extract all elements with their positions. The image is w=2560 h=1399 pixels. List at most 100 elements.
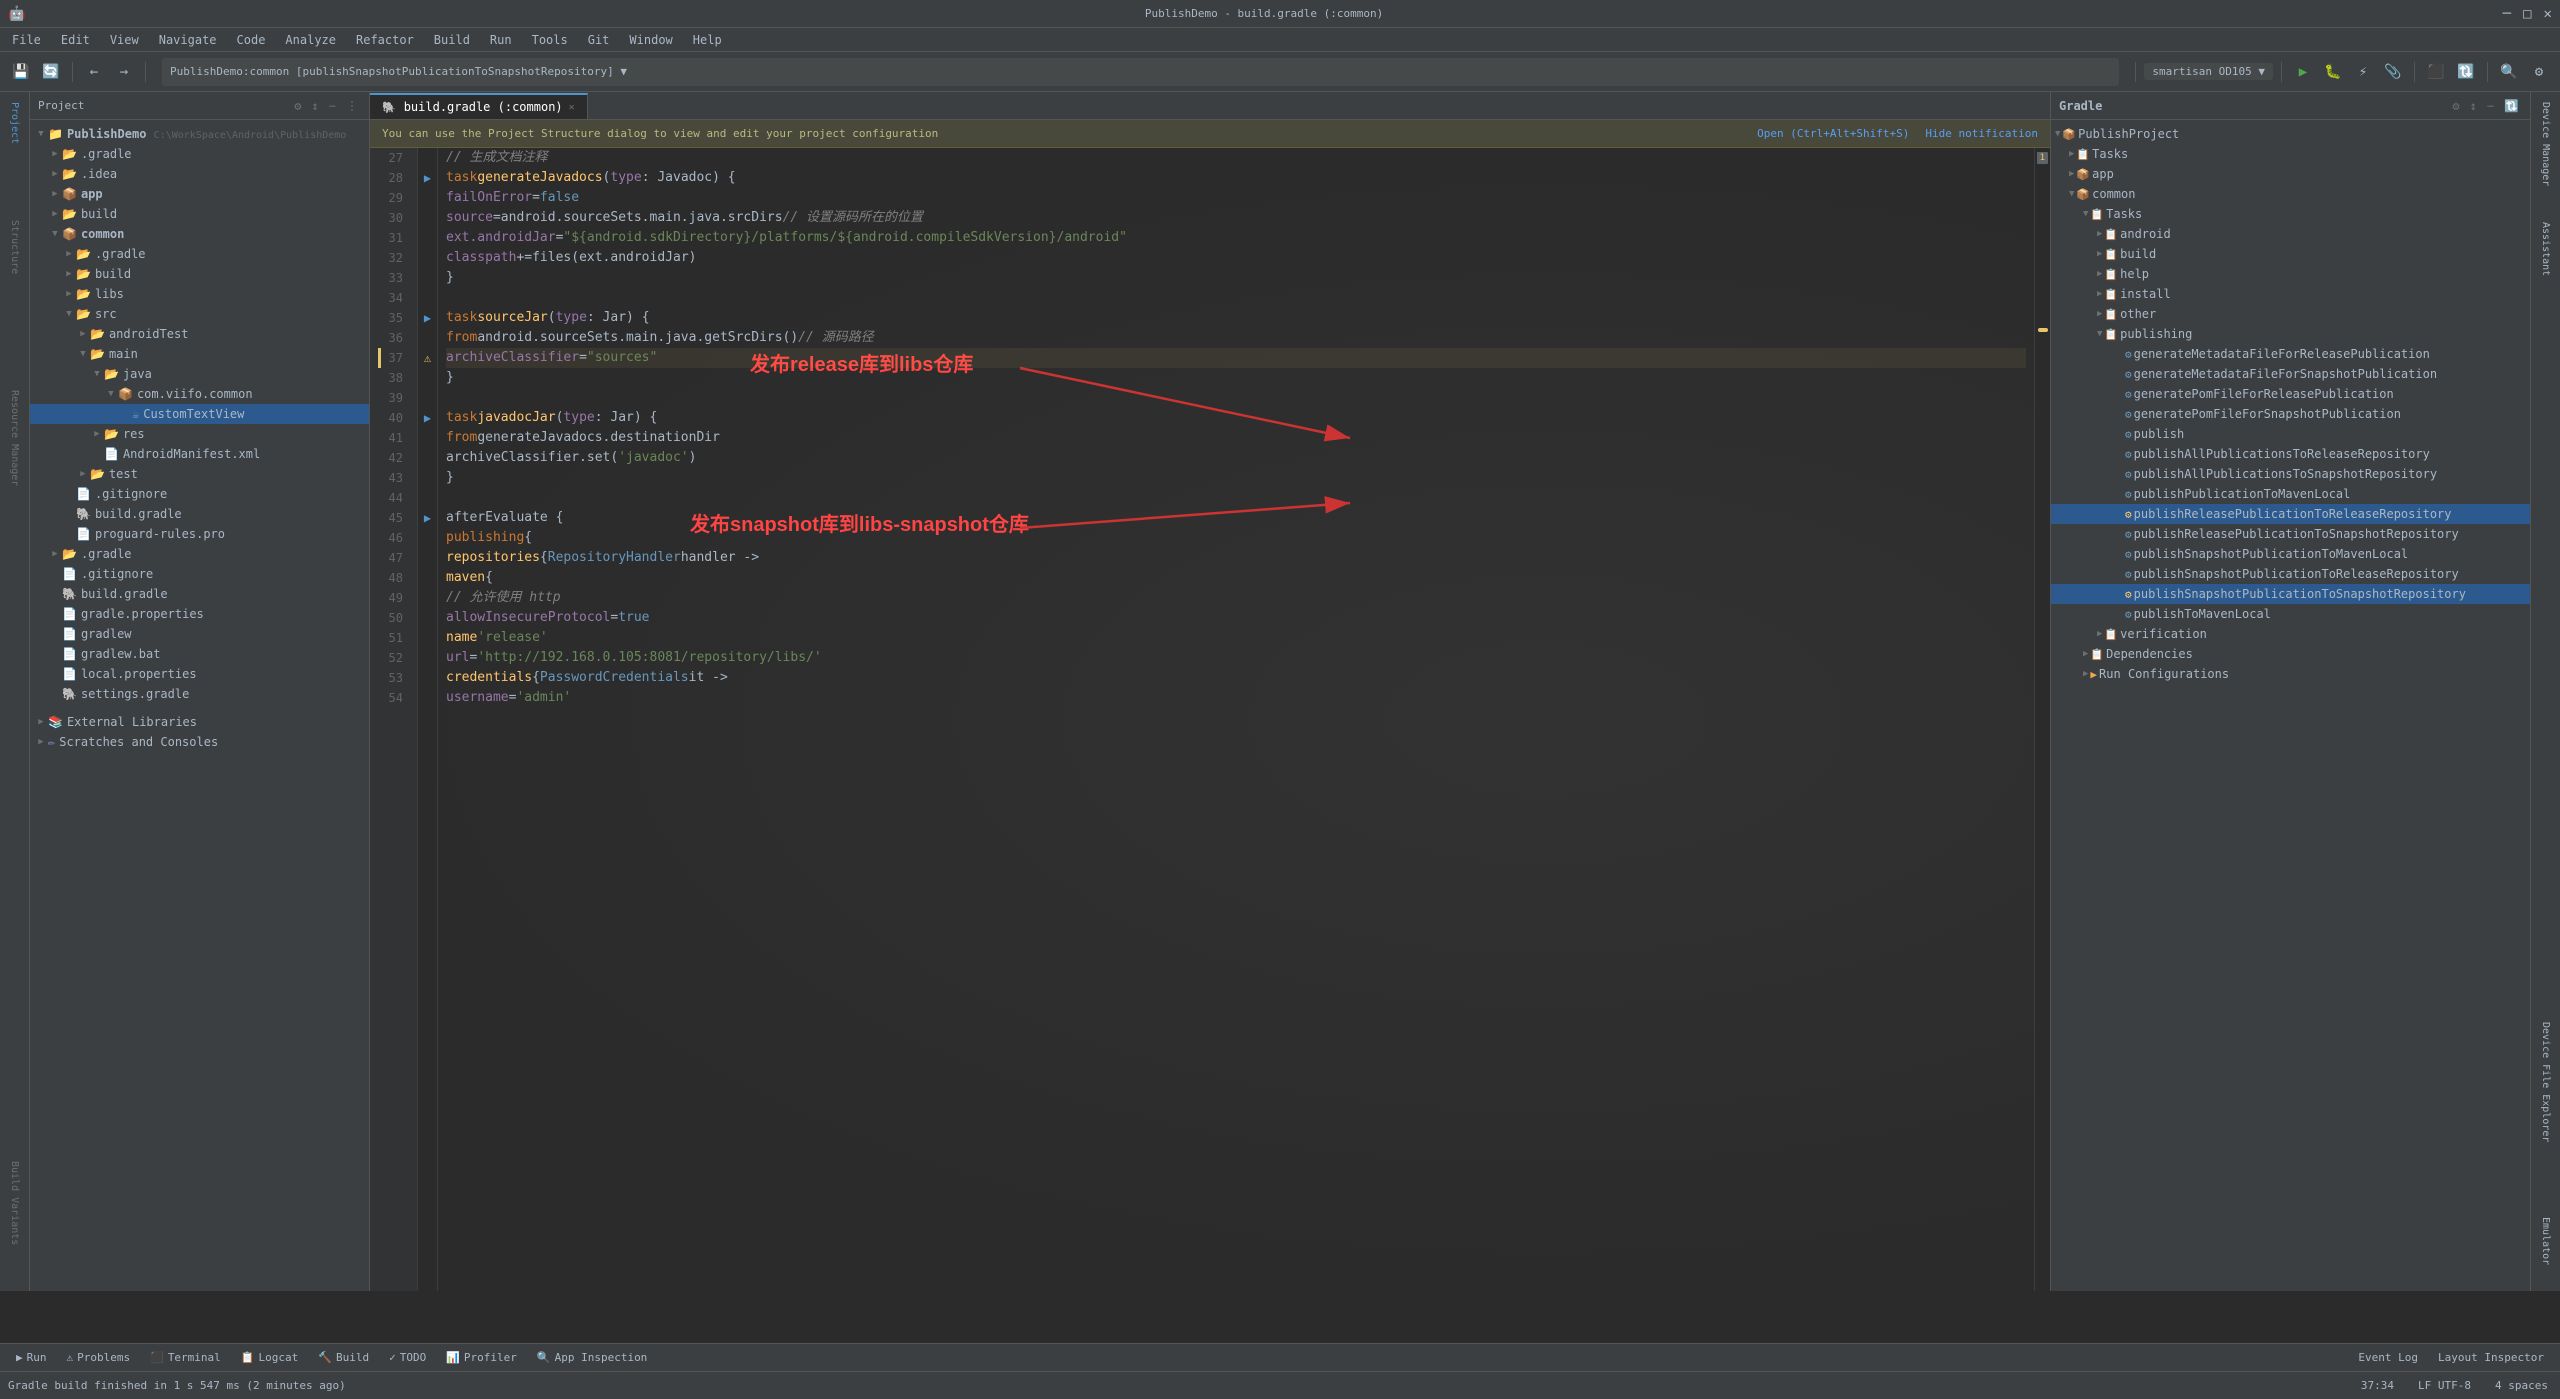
settings-btn[interactable]: ⚙ bbox=[2526, 59, 2552, 85]
fold-40[interactable]: ▶ bbox=[418, 408, 437, 428]
gradle-item-dependencies[interactable]: ▶ 📋 Dependencies bbox=[2051, 644, 2530, 664]
resource-manager-icon[interactable]: Resource Manager bbox=[2, 384, 28, 492]
logcat-tool-btn[interactable]: 📋 Logcat bbox=[233, 1349, 306, 1366]
project-sync-icon[interactable]: ↕ bbox=[309, 98, 322, 114]
tree-item-root-build-gradle[interactable]: 🐘 build.gradle bbox=[30, 584, 369, 604]
run-tool-btn[interactable]: ▶ Run bbox=[8, 1349, 55, 1366]
build-variants-icon[interactable]: Build Variants bbox=[2, 1155, 28, 1251]
app-inspection-tool-btn[interactable]: 🔍 App Inspection bbox=[529, 1349, 655, 1366]
gradle-task-genpom-snapshot[interactable]: ⚙ generatePomFileForSnapshotPublication bbox=[2051, 404, 2530, 424]
gradle-task-publish-snapshot-to-snapshot[interactable]: ⚙ publishSnapshotPublicationToSnapshotRe… bbox=[2051, 584, 2530, 604]
gradle-item-common[interactable]: ▼ 📦 common bbox=[2051, 184, 2530, 204]
back-btn[interactable]: ← bbox=[81, 59, 107, 85]
tree-item-proguard[interactable]: 📄 proguard-rules.pro bbox=[30, 524, 369, 544]
gradle-task-publish-release-to-release[interactable]: ⚙ publishReleasePublicationToReleaseRepo… bbox=[2051, 504, 2530, 524]
gradle-task-publish-to-maven-local[interactable]: ⚙ publishToMavenLocal bbox=[2051, 604, 2530, 624]
tree-item-publishdemo[interactable]: ▼ 📁 PublishDemo C:\WorkSpace\Android\Pub… bbox=[30, 124, 369, 144]
menu-refactor[interactable]: Refactor bbox=[348, 31, 422, 49]
gradle-item-tasks-root[interactable]: ▶ 📋 Tasks bbox=[2051, 144, 2530, 164]
tree-item-app[interactable]: ▶ 📦 app bbox=[30, 184, 369, 204]
menu-navigate[interactable]: Navigate bbox=[151, 31, 225, 49]
tree-item-build-gradle[interactable]: 🐘 build.gradle bbox=[30, 504, 369, 524]
tree-item-build[interactable]: ▶ 📂 build bbox=[30, 204, 369, 224]
menu-code[interactable]: Code bbox=[229, 31, 274, 49]
gradle-task-publish[interactable]: ⚙ publish bbox=[2051, 424, 2530, 444]
encoding-info[interactable]: LF UTF-8 bbox=[2414, 1377, 2475, 1394]
fold-35[interactable]: ▶ bbox=[418, 308, 437, 328]
debug-btn[interactable]: 🐛 bbox=[2320, 59, 2346, 85]
gradle-task-publishall-release[interactable]: ⚙ publishAllPublicationsToReleaseReposit… bbox=[2051, 444, 2530, 464]
menu-help[interactable]: Help bbox=[685, 31, 730, 49]
tree-item-root-gitignore[interactable]: 📄 .gitignore bbox=[30, 564, 369, 584]
tree-item-gradlew-bat[interactable]: 📄 gradlew.bat bbox=[30, 644, 369, 664]
project-settings-btn[interactable]: ⚙ bbox=[291, 98, 304, 114]
tree-item-common-build[interactable]: ▶ 📂 build bbox=[30, 264, 369, 284]
device-selector[interactable]: smartisan OD105 ▼ bbox=[2144, 63, 2273, 80]
menu-window[interactable]: Window bbox=[621, 31, 680, 49]
tree-item-scratches[interactable]: ▶ ✏ Scratches and Consoles bbox=[30, 732, 369, 752]
fold-45[interactable]: ▶ bbox=[418, 508, 437, 528]
device-file-explorer-icon[interactable]: Device File Explorer bbox=[2538, 1016, 2553, 1148]
tree-item-res[interactable]: ▶ 📂 res bbox=[30, 424, 369, 444]
menu-tools[interactable]: Tools bbox=[524, 31, 576, 49]
breadcrumb-run-config[interactable]: PublishDemo:common [publishSnapshotPubli… bbox=[162, 58, 2119, 86]
project-panel-icon[interactable]: Project bbox=[2, 96, 28, 150]
tree-item-customtextview[interactable]: ☕ CustomTextView bbox=[30, 404, 369, 424]
gradle-item-other[interactable]: ▶ 📋 other bbox=[2051, 304, 2530, 324]
tree-item-dot-gradle[interactable]: ▶ 📂 .gradle bbox=[30, 544, 369, 564]
gradle-item-help[interactable]: ▶ 📋 help bbox=[2051, 264, 2530, 284]
gradle-item-publishing[interactable]: ▼ 📋 publishing bbox=[2051, 324, 2530, 344]
sync-btn[interactable]: 🔄 bbox=[38, 59, 64, 85]
problems-tool-btn[interactable]: ⚠ Problems bbox=[59, 1349, 139, 1366]
tree-item-libs[interactable]: ▶ 📂 libs bbox=[30, 284, 369, 304]
emulator-icon[interactable]: Emulator bbox=[2538, 1211, 2553, 1271]
gradle-item-build-tasks[interactable]: ▶ 📋 build bbox=[2051, 244, 2530, 264]
tree-item-gradle1[interactable]: ▶ 📂 .gradle bbox=[30, 144, 369, 164]
maximize-btn[interactable]: □ bbox=[2523, 6, 2531, 22]
gradle-collapse-btn[interactable]: − bbox=[2484, 98, 2497, 114]
forward-btn[interactable]: → bbox=[111, 59, 137, 85]
gradle-item-tasks-common[interactable]: ▼ 📋 Tasks bbox=[2051, 204, 2530, 224]
gradle-sync-btn[interactable]: 🔃 bbox=[2453, 59, 2479, 85]
menu-git[interactable]: Git bbox=[580, 31, 618, 49]
menu-run[interactable]: Run bbox=[482, 31, 520, 49]
device-manager-panel-icon[interactable]: Device Manager bbox=[2538, 96, 2553, 192]
profiler-tool-btn[interactable]: 📊 Profiler bbox=[438, 1349, 525, 1366]
tree-item-gradlew[interactable]: 📄 gradlew bbox=[30, 624, 369, 644]
close-btn[interactable]: ✕ bbox=[2544, 6, 2552, 22]
tree-item-common[interactable]: ▼ 📦 common bbox=[30, 224, 369, 244]
titlebar-controls[interactable]: ─ □ ✕ bbox=[2503, 6, 2552, 22]
gradle-task-publish-maven-local[interactable]: ⚙ publishPublicationToMavenLocal bbox=[2051, 484, 2530, 504]
tree-item-external-libs[interactable]: ▶ 📚 External Libraries bbox=[30, 712, 369, 732]
save-btn[interactable]: 💾 bbox=[8, 59, 34, 85]
tree-item-common-gradle[interactable]: ▶ 📂 .gradle bbox=[30, 244, 369, 264]
gradle-reload-btn[interactable]: 🔃 bbox=[2501, 98, 2522, 114]
menu-file[interactable]: File bbox=[4, 31, 49, 49]
gradle-item-publishproject[interactable]: ▼ 📦 PublishProject bbox=[2051, 124, 2530, 144]
fold-28[interactable]: ▶ bbox=[418, 168, 437, 188]
gradle-task-publishall-snapshot[interactable]: ⚙ publishAllPublicationsToSnapshotReposi… bbox=[2051, 464, 2530, 484]
run-btn[interactable]: ▶ bbox=[2290, 59, 2316, 85]
gradle-item-run-configs[interactable]: ▶ ▶ Run Configurations bbox=[2051, 664, 2530, 684]
gradle-settings-btn[interactable]: ⚙ bbox=[2449, 98, 2462, 114]
notification-open-link[interactable]: Open (Ctrl+Alt+Shift+S) bbox=[1757, 127, 1909, 140]
tree-item-test[interactable]: ▶ 📂 test bbox=[30, 464, 369, 484]
tree-item-manifest[interactable]: 📄 AndroidManifest.xml bbox=[30, 444, 369, 464]
layout-inspector-tool-btn[interactable]: Layout Inspector bbox=[2430, 1349, 2552, 1366]
tree-item-gradle-props[interactable]: 📄 gradle.properties bbox=[30, 604, 369, 624]
menu-analyze[interactable]: Analyze bbox=[277, 31, 344, 49]
menu-view[interactable]: View bbox=[102, 31, 147, 49]
project-options-btn[interactable]: ⋮ bbox=[343, 98, 361, 114]
tree-item-java[interactable]: ▼ 📂 java bbox=[30, 364, 369, 384]
tree-item-androidtest[interactable]: ▶ 📂 androidTest bbox=[30, 324, 369, 344]
tree-item-settings-gradle[interactable]: 🐘 settings.gradle bbox=[30, 684, 369, 704]
tab-close-btn[interactable]: ✕ bbox=[569, 102, 575, 113]
gradle-task-genmetadata-release[interactable]: ⚙ generateMetadataFileForReleasePublicat… bbox=[2051, 344, 2530, 364]
build-tool-btn[interactable]: 🔨 Build bbox=[310, 1349, 377, 1366]
gradle-task-publish-release-to-snapshot[interactable]: ⚙ publishReleasePublicationToSnapshotRep… bbox=[2051, 524, 2530, 544]
tree-item-idea[interactable]: ▶ 📂 .idea bbox=[30, 164, 369, 184]
gradle-task-publish-snapshot-to-release[interactable]: ⚙ publishSnapshotPublicationToReleaseRep… bbox=[2051, 564, 2530, 584]
tree-item-main[interactable]: ▼ 📂 main bbox=[30, 344, 369, 364]
search-everywhere-btn[interactable]: 🔍 bbox=[2496, 59, 2522, 85]
gradle-item-android[interactable]: ▶ 📋 android bbox=[2051, 224, 2530, 244]
